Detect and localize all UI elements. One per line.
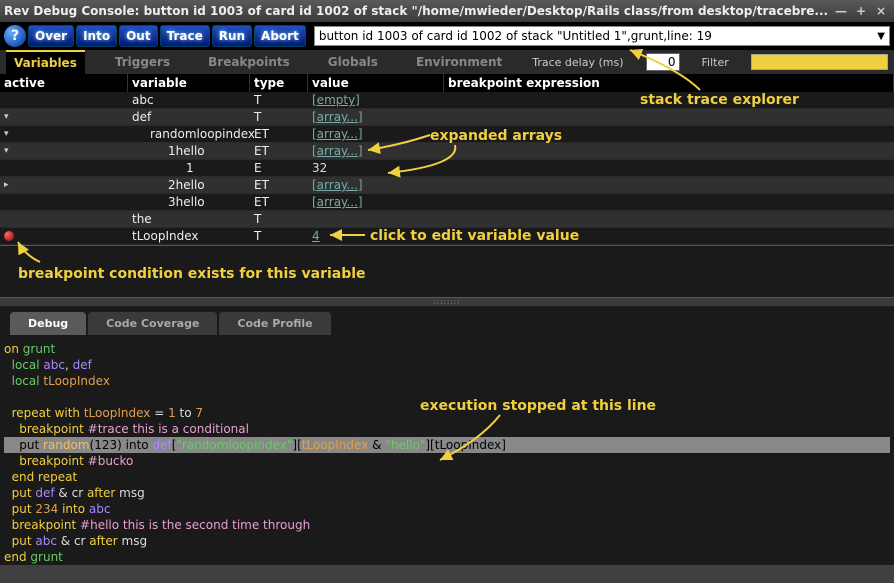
abort-button[interactable]: Abort [254,25,306,47]
table-row[interactable]: theT [0,211,894,228]
variable-value[interactable]: [array...] [312,110,363,124]
variable-type: ET [250,195,308,209]
filter-input[interactable] [751,54,888,70]
variable-name: def [128,110,250,124]
variable-name: 1 [128,161,250,175]
window-close-button[interactable]: × [872,3,890,19]
variable-name: tLoopIndex [128,229,250,243]
code-tabbar: Debug Code Coverage Code Profile [0,307,894,335]
variables-empty-space [0,245,894,297]
variable-type: ET [250,178,308,192]
into-button[interactable]: Into [76,25,117,47]
filter-label: Filter [702,56,729,69]
trace-delay-input[interactable] [646,53,680,71]
variable-name: 2hello [128,178,250,192]
run-button[interactable]: Run [212,25,252,47]
splitter-handle[interactable]: :::::::: [0,297,894,307]
window-maximize-button[interactable]: + [852,3,870,19]
out-button[interactable]: Out [119,25,157,47]
current-execution-line: put random(123) into def["randomloopinde… [4,437,890,453]
tab-triggers[interactable]: Triggers [107,51,178,73]
variable-name: 3hello [128,195,250,209]
tab-debug[interactable]: Debug [10,312,86,335]
variable-value: 32 [312,161,327,175]
table-row[interactable]: tLoopIndexT4 [0,228,894,245]
variable-name: 1hello [128,144,250,158]
table-row[interactable]: ▾ randomloopindexET [array...] [0,126,894,143]
stack-trace-value: button id 1003 of card id 1002 of stack … [319,29,712,43]
variable-value[interactable]: [array...] [312,144,363,158]
variable-value[interactable]: [empty] [312,93,360,107]
chevron-down-icon: ▼ [877,31,885,42]
expand-toggle-icon[interactable]: ▸ [4,180,14,190]
table-row[interactable]: 3helloET [array...] [0,194,894,211]
col-type: type [250,74,308,92]
panel-tabs: Variables Triggers Breakpoints Globals E… [0,50,894,74]
help-icon[interactable]: ? [4,25,26,47]
table-row[interactable]: 1E 32 [0,160,894,177]
tab-environment[interactable]: Environment [408,51,510,73]
variable-type: T [250,110,308,124]
tab-breakpoints[interactable]: Breakpoints [200,51,298,73]
col-value: value [308,74,444,92]
variables-table: abcT[empty]▾defT[array...]▾randomloopind… [0,92,894,245]
col-expression: breakpoint expression [444,74,894,92]
variable-type: E [250,161,308,175]
table-row[interactable]: ▾ defT [array...] [0,109,894,126]
variable-type: T [250,229,308,243]
code-editor[interactable]: on grunt local abc, def local tLoopIndex… [0,335,894,565]
breakpoint-dot-icon[interactable] [4,231,14,241]
variable-name: abc [128,93,250,107]
tab-variables[interactable]: Variables [6,50,85,74]
variable-type: ET [250,127,308,141]
variable-type: ET [250,144,308,158]
expand-toggle-icon[interactable]: ▾ [4,112,14,122]
expand-toggle-icon[interactable]: ▾ [4,146,14,156]
window-titlebar: Rev Debug Console: button id 1003 of car… [0,0,894,22]
variable-value[interactable]: [array...] [312,195,363,209]
stack-trace-dropdown[interactable]: button id 1003 of card id 1002 of stack … [314,26,890,46]
variable-value[interactable]: [array...] [312,178,363,192]
table-row[interactable]: ▸ 2helloET [array...] [0,177,894,194]
table-row[interactable]: abcT [empty] [0,92,894,109]
window-title: Rev Debug Console: button id 1003 of car… [4,4,830,18]
col-active: active [0,74,128,92]
trace-button[interactable]: Trace [160,25,210,47]
variable-type: T [250,212,308,226]
variable-value[interactable]: 4 [312,229,320,243]
expand-toggle-icon[interactable]: ▾ [4,129,14,139]
col-variable: variable [128,74,250,92]
variables-header: active variable type value breakpoint ex… [0,74,894,92]
variable-name: the [128,212,250,226]
variable-name: randomloopindex [128,127,250,141]
variable-value[interactable]: [array...] [312,127,363,141]
variable-type: T [250,93,308,107]
tab-code-profile[interactable]: Code Profile [219,312,330,335]
tab-code-coverage[interactable]: Code Coverage [88,312,217,335]
tab-globals[interactable]: Globals [320,51,386,73]
trace-delay-label: Trace delay (ms) [532,56,623,69]
main-toolbar: ? Over Into Out Trace Run Abort button i… [0,22,894,50]
table-row[interactable]: ▾ 1helloET [array...] [0,143,894,160]
over-button[interactable]: Over [28,25,74,47]
window-minimize-button[interactable]: — [832,3,850,19]
